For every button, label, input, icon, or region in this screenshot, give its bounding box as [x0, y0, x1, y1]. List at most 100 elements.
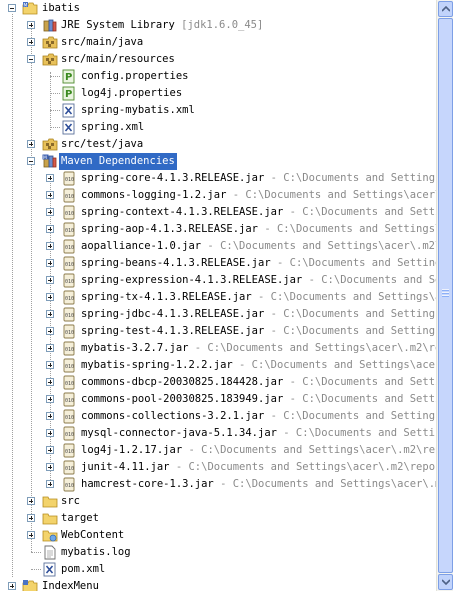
- expand-toggle[interactable]: [46, 429, 54, 437]
- xml-file-icon: [62, 103, 75, 118]
- jre-version-decoration: [jdk1.6.0_45]: [181, 19, 264, 31]
- webcontent-folder-label: WebContent: [61, 529, 125, 541]
- svg-text:010: 010: [65, 483, 74, 489]
- collapse-toggle[interactable]: [8, 4, 16, 12]
- svg-text:P: P: [65, 72, 72, 83]
- jar-icon: 010: [63, 290, 75, 305]
- file-label: spring.xml: [81, 121, 145, 133]
- jar-name: commons-logging-1.2.jar: [81, 189, 227, 201]
- jar-name: spring-beans-4.1.3.RELEASE.jar: [81, 257, 271, 269]
- src-main-java-label: src/main/java: [61, 36, 144, 48]
- expand-toggle[interactable]: [8, 582, 16, 590]
- svg-text:010: 010: [65, 211, 74, 217]
- maven-dependencies-label: Maven Dependencies: [59, 153, 177, 170]
- svg-text:010: 010: [65, 330, 74, 336]
- jar-icon: 010: [63, 273, 75, 288]
- expand-toggle[interactable]: [46, 327, 54, 335]
- jar-name: junit-4.11.jar: [81, 461, 170, 473]
- jar-name: spring-tx-4.1.3.RELEASE.jar: [81, 291, 252, 303]
- collapse-toggle[interactable]: [27, 157, 35, 165]
- expand-toggle[interactable]: [46, 208, 54, 216]
- jar-name: aopalliance-1.0.jar: [81, 240, 202, 252]
- jre-library-label: JRE System Library: [61, 19, 175, 31]
- svg-text:010: 010: [65, 415, 74, 421]
- jar-path-decoration: - C:\Documents and Settings\acer\.m2\rep…: [182, 444, 453, 456]
- arrow-down-icon: [442, 579, 450, 585]
- project-folder-icon: [22, 580, 38, 591]
- expand-toggle[interactable]: [46, 191, 54, 199]
- expand-toggle[interactable]: [27, 21, 35, 29]
- expand-toggle[interactable]: [27, 38, 35, 46]
- jar-path-decoration: - C:\Documents and Setting: [283, 393, 453, 405]
- target-folder-label: target: [61, 512, 99, 524]
- svg-text:010: 010: [65, 177, 74, 183]
- jar-name: log4j-1.2.17.jar: [81, 444, 183, 456]
- scrollbar-thumb[interactable]: [438, 18, 453, 573]
- expand-toggle[interactable]: [46, 225, 54, 233]
- expand-toggle[interactable]: [27, 531, 35, 539]
- expand-toggle[interactable]: [27, 514, 35, 522]
- jar-icon: 010: [63, 205, 75, 220]
- jar-icon: 010: [63, 375, 75, 390]
- jar-path-decoration: - C:\Documents and Settings\a: [270, 257, 453, 269]
- expand-toggle[interactable]: [27, 140, 35, 148]
- jar-name: mybatis-spring-1.2.2.jar: [81, 359, 233, 371]
- svg-text:010: 010: [65, 313, 74, 319]
- expand-toggle[interactable]: [46, 463, 54, 471]
- expand-toggle[interactable]: [46, 361, 54, 369]
- jar-name: commons-pool-20030825.183949.jar: [81, 393, 284, 405]
- expand-toggle[interactable]: [46, 310, 54, 318]
- svg-text:M: M: [43, 155, 47, 161]
- svg-text:010: 010: [65, 296, 74, 302]
- jar-path-decoration: - C:\Documents and Settings: [276, 427, 453, 439]
- file-label: mybatis.log: [61, 546, 131, 558]
- svg-text:010: 010: [65, 279, 74, 285]
- scroll-down-button[interactable]: [438, 574, 453, 590]
- jar-icon: 010: [63, 239, 75, 254]
- svg-text:010: 010: [65, 449, 74, 455]
- jar-path-decoration: - C:\Documents and Settings\acer\.: [232, 359, 453, 371]
- jar-path-decoration: - C:\Documents and Settings\a: [264, 172, 453, 184]
- jar-name: mysql-connector-java-5.1.34.jar: [81, 427, 277, 439]
- svg-text:M: M: [24, 3, 28, 9]
- jar-name: commons-dbcp-20030825.184428.jar: [81, 376, 284, 388]
- collapse-toggle[interactable]: [27, 55, 35, 63]
- svg-text:010: 010: [65, 364, 74, 370]
- jar-path-decoration: - C:\Documents and Settings\ac: [258, 223, 453, 235]
- folder-icon: [42, 496, 58, 508]
- scroll-up-button[interactable]: [438, 1, 453, 17]
- arrow-up-icon: [442, 6, 450, 12]
- expand-toggle[interactable]: [46, 242, 54, 250]
- jar-path-decoration: - C:\Documents and Settings\ace: [251, 291, 453, 303]
- jar-icon: 010: [63, 392, 75, 407]
- jar-name: mybatis-3.2.7.jar: [81, 342, 189, 354]
- expand-toggle[interactable]: [46, 378, 54, 386]
- src-folder-label: src: [61, 495, 80, 507]
- jar-name: commons-collections-3.2.1.jar: [81, 410, 265, 422]
- vertical-scrollbar[interactable]: [436, 0, 453, 591]
- expand-toggle[interactable]: [46, 293, 54, 301]
- library-icon: [43, 19, 57, 32]
- web-folder-icon: [42, 530, 58, 542]
- jar-icon: 010: [63, 460, 75, 475]
- expand-toggle[interactable]: [46, 395, 54, 403]
- jar-path-decoration: - C:\Documents and Settings\acer\.m2\rep…: [169, 461, 453, 473]
- expand-toggle[interactable]: [46, 174, 54, 182]
- source-folder-icon: [42, 138, 58, 151]
- jar-path-decoration: - C:\Documents and Settings\a: [264, 410, 453, 422]
- expand-toggle[interactable]: [46, 259, 54, 267]
- expand-toggle[interactable]: [46, 276, 54, 284]
- jar-icon: 010: [63, 477, 75, 492]
- expand-toggle[interactable]: [46, 412, 54, 420]
- package-explorer-tree[interactable]: M ibatis JRE System Library [jdk1.6.0_45…: [0, 0, 453, 591]
- svg-text:010: 010: [65, 466, 74, 472]
- jar-icon: 010: [63, 256, 75, 271]
- expand-toggle[interactable]: [46, 480, 54, 488]
- jar-path-decoration: - C:\Documents and Setting: [283, 376, 453, 388]
- expand-toggle[interactable]: [46, 446, 54, 454]
- properties-file-icon: P: [62, 69, 75, 84]
- expand-toggle[interactable]: [27, 497, 35, 505]
- jar-icon: 010: [63, 409, 75, 424]
- expand-toggle[interactable]: [46, 344, 54, 352]
- jar-path-decoration: - C:\Documents and Settings\acer\.m2\rep…: [188, 342, 453, 354]
